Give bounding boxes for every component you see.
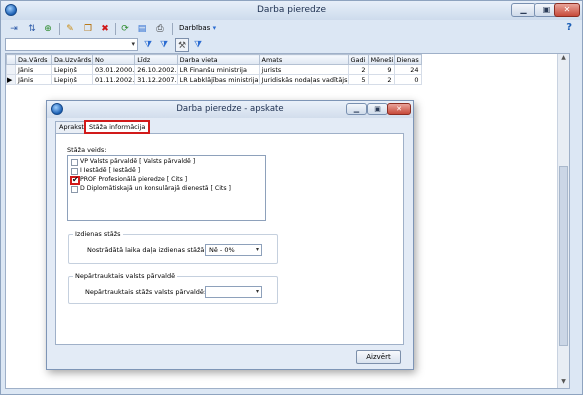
checkbox[interactable] [71,186,78,193]
izdienas-label: Nostrādātā laika daļa izdienas stāžā: [87,246,207,254]
table-cell: LR Finanšu ministrija [176,64,260,75]
sort-icon[interactable]: ⇅ [25,22,39,36]
chevron-down-icon: ▾ [255,246,259,253]
scroll-thumb[interactable] [559,166,568,346]
table-cell: 31.12.2007. [134,74,178,85]
nepartraukts-group: Nepārtrauktais valsts pārvaldē Nepārtrau… [68,272,278,304]
current-row-icon: ▶ [7,75,13,84]
izdienas-group: Izdienas stāžs Nostrādātā laika daļa izd… [68,230,278,264]
close-window-button[interactable]: ✕ [554,3,580,17]
column-header[interactable]: Mēneši [367,54,395,65]
scroll-up-icon[interactable]: ▲ [558,54,569,64]
refresh-icon[interactable]: ⟳ [118,22,132,36]
indicator-header [6,54,16,65]
column-header[interactable]: Dienas [393,54,422,65]
column-header[interactable]: Da.Vārds [15,54,52,65]
add-record-icon[interactable]: ⊕ [41,22,55,36]
column-header[interactable]: Līdz [134,54,178,65]
separator [59,23,60,35]
table-cell: Jānis [15,64,52,75]
checkbox[interactable] [71,168,78,175]
experience-detail-dialog: Darba pieredze - apskate ▁ ▣ ✕ Apraksts … [46,100,414,370]
copy-icon[interactable]: ❐ [81,22,95,36]
chevron-down-icon: ▾ [212,24,217,32]
scroll-down-icon[interactable]: ▼ [558,378,569,388]
staza-veids-list[interactable]: VP Valsts pārvaldē [ Valsts pārvaldē ] I… [67,155,266,221]
chevron-down-icon: ▾ [255,288,259,295]
table-cell: 2 [367,74,395,85]
group-label: Nepārtrauktais valsts pārvaldē [73,272,178,280]
table-cell: Jānis [15,74,52,85]
tools-icon[interactable]: ⚒ [175,38,189,52]
column-header[interactable]: No [91,54,136,65]
vertical-scrollbar[interactable]: ▲ ▼ [557,54,569,388]
nepartraukts-dropdown[interactable]: ▾ [205,286,262,298]
filter-bar: ▾ ⧩ ⧩ ⚒ ⧩ [5,37,580,53]
filter-icon[interactable]: ⧩ [141,38,155,52]
dialog-close-button[interactable]: ✕ [387,103,411,115]
row-indicator: ▶ [6,74,16,85]
table-cell: Juridiskās nodaļas vadītājs [258,74,349,85]
toolbar: ⇥ ⇅ ⊕ ✎ ❐ ✖ ⟳ ▤ ⎙ Darbības ▾ ? [5,21,580,37]
export-icon[interactable]: ▤ [135,22,149,36]
window-title: Darba pieredze [257,5,326,15]
dialog-title-bar: Darba pieredze - apskate ▁ ▣ ✕ [47,101,413,118]
help-icon[interactable]: ? [566,22,572,33]
table-row[interactable]: ▶ Jānis Liepiņš 01.11.2002. 31.12.2007. … [6,74,422,85]
dialog-minimize-button[interactable]: ▁ [346,103,367,115]
minimize-button[interactable]: ▁ [511,3,536,17]
column-header[interactable]: Da.Uzvārds [51,54,93,65]
delete-icon[interactable]: ✖ [98,22,112,36]
table-cell: Liepiņš [51,74,93,85]
row-indicator [6,64,16,75]
experience-table: Da.Vārds Da.Uzvārds No Līdz Darba vieta … [6,54,422,85]
table-cell: 03.01.2000. [91,64,136,75]
tab-panel: Stāža veids: VP Valsts pārvaldē [ Valsts… [55,133,404,345]
table-cell: 5 [347,74,369,85]
column-header[interactable]: Amats [258,54,349,65]
table-cell: Liepiņš [51,64,93,75]
dialog-maximize-button[interactable]: ▣ [367,103,388,115]
tab-staza-informacija[interactable]: Stāža informācija [84,120,151,134]
edit-icon[interactable]: ✎ [63,22,77,36]
title-bar: Darba pieredze ▁ ▣ ✕ [1,1,582,20]
checkbox-checked[interactable] [70,175,80,185]
filter-clear-icon[interactable]: ⧩ [157,38,171,52]
table-row[interactable]: Jānis Liepiņš 03.01.2000. 26.10.2002. LR… [6,64,422,75]
column-header[interactable]: Darba vieta [176,54,260,65]
table-cell: 26.10.2002. [134,64,178,75]
table-cell: 24 [393,64,422,75]
table-cell: 2 [347,64,369,75]
table-cell: LR Labklājības ministrija [176,74,260,85]
table-cell: 9 [367,64,395,75]
table-cell: 0 [393,74,422,85]
staza-veids-label: Stāža veids: [67,146,107,154]
separator [172,23,173,35]
close-button[interactable]: Aizvērt [356,350,401,364]
import-icon[interactable]: ⇥ [7,22,21,36]
chevron-down-icon: ▾ [131,40,135,48]
print-icon[interactable]: ⎙ [153,22,167,36]
filter-combo[interactable]: ▾ [5,38,138,51]
table-cell: jurists [258,64,349,75]
separator [115,23,116,35]
table-cell: 01.11.2002. [91,74,136,85]
checkbox[interactable] [71,159,78,166]
table-header: Da.Vārds Da.Uzvārds No Līdz Darba vieta … [6,54,422,65]
izdienas-dropdown[interactable]: Nē - 0% ▾ [205,244,262,256]
actions-menu[interactable]: Darbības ▾ [179,24,216,32]
nepartraukts-label: Nepārtrauktais stāžs valsts pārvaldē: [85,288,207,296]
column-header[interactable]: Gadi [347,54,369,65]
group-label: Izdienas stāžs [73,230,123,238]
filter-settings-icon[interactable]: ⧩ [191,38,205,52]
